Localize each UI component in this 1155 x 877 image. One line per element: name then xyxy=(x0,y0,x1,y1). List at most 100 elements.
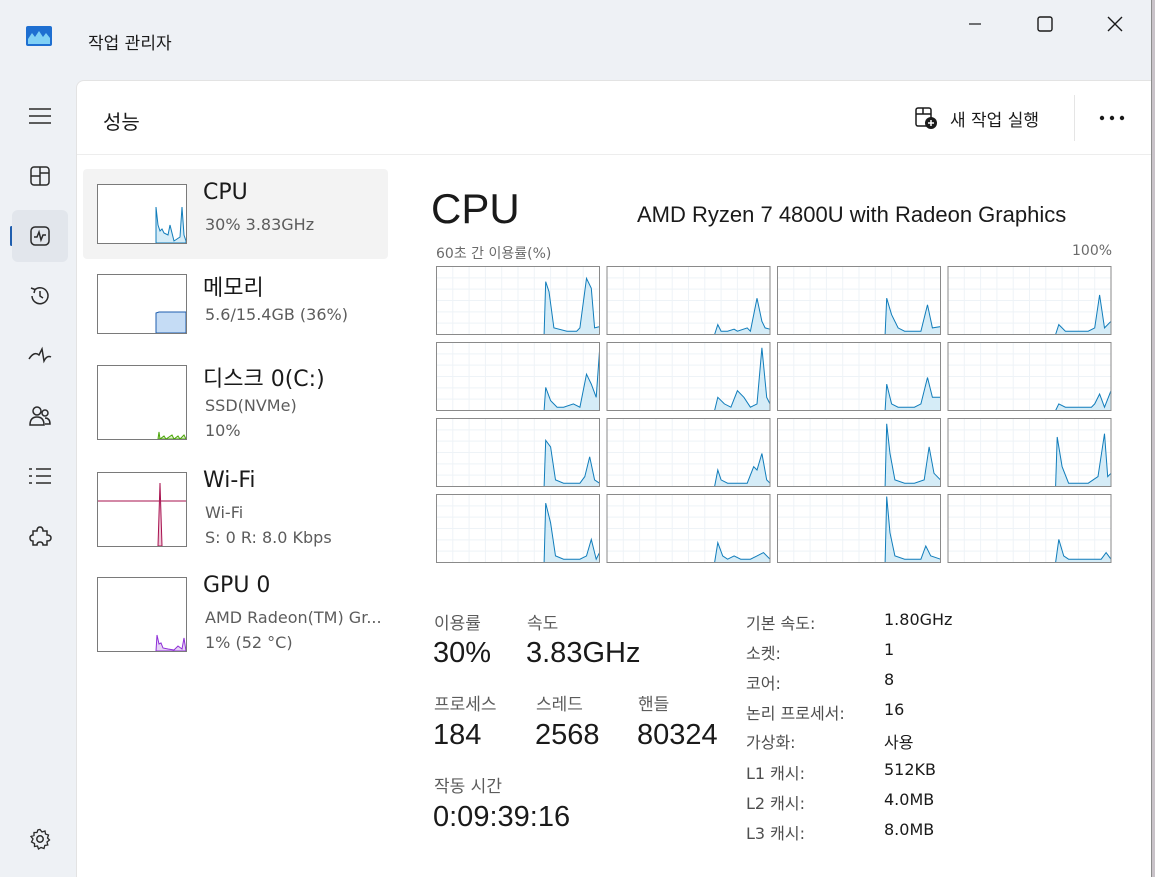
history-icon xyxy=(30,287,49,305)
spec-label: 논리 프로세서: xyxy=(746,704,845,723)
device-status: 1% (52 °C) xyxy=(205,633,293,652)
minimize-icon xyxy=(969,23,981,25)
spec-label: L1 캐시: xyxy=(746,764,806,783)
cpu-usage-trace xyxy=(543,276,600,335)
utilization-label: 이용률 xyxy=(434,614,481,634)
processes-label: 프로세스 xyxy=(434,695,497,715)
spec-value: 사용 xyxy=(884,733,914,752)
nav-users[interactable] xyxy=(12,390,68,442)
maximize-icon xyxy=(1037,16,1053,32)
device-name: GPU 0 xyxy=(203,573,271,598)
logical-processor-graph xyxy=(777,494,941,563)
cpu-usage-trace xyxy=(1054,390,1112,411)
logical-processor-graph xyxy=(436,266,600,335)
spec-label: 소켓: xyxy=(746,644,781,663)
nav-services[interactable] xyxy=(12,510,68,562)
graph-axis-label: 60초 간 이용률(%) xyxy=(436,246,552,262)
spec-label: 코어: xyxy=(746,674,781,693)
cpu-usage-trace xyxy=(543,351,600,411)
device-status: 5.6/15.4GB (36%) xyxy=(205,305,348,324)
logical-processor-graph xyxy=(436,342,600,411)
close-icon xyxy=(1107,16,1123,32)
nav-startup-apps[interactable] xyxy=(12,330,68,382)
device-status: 10% xyxy=(205,421,241,440)
uptime-value: 0:09:39:16 xyxy=(433,801,571,833)
gpu-thumbnail-graph xyxy=(97,577,187,652)
threads-label: 스레드 xyxy=(536,695,583,715)
device-status: 30% 3.83GHz xyxy=(205,215,315,234)
hamburger-icon xyxy=(29,108,51,124)
cpu-usage-trace xyxy=(714,540,771,563)
logical-processor-graph xyxy=(777,342,941,411)
cpu-usage-trace xyxy=(713,453,771,487)
logical-processor-graph xyxy=(436,494,600,563)
device-type: Wi-Fi xyxy=(205,503,244,522)
nav-performance[interactable] xyxy=(12,210,68,262)
cpu-usage-trace xyxy=(884,423,941,487)
nav-settings[interactable] xyxy=(12,813,68,865)
title-bar: 작업 관리자 xyxy=(0,0,1151,80)
processes-value: 184 xyxy=(433,719,482,751)
cpu-thumbnail-graph xyxy=(97,184,187,244)
device-item-gpu[interactable]: GPU 0 AMD Radeon(TM) Gr... 1% (52 °C) xyxy=(83,562,388,652)
processes-icon xyxy=(30,166,50,186)
content-panel: 성능 새 작업 실행 CPU 30% 3.83GHz 메모리 5.6/15.4G… xyxy=(76,80,1151,877)
logical-processor-graph xyxy=(606,266,771,335)
more-dots-icon xyxy=(1099,115,1125,121)
speed-value: 3.83GHz xyxy=(526,637,641,669)
logical-processor-graph xyxy=(606,342,771,411)
nav-details[interactable] xyxy=(12,450,68,502)
threads-value: 2568 xyxy=(535,719,600,751)
handles-value: 80324 xyxy=(637,719,718,751)
minimize-button[interactable] xyxy=(940,6,1010,42)
device-item-cpu[interactable]: CPU 30% 3.83GHz xyxy=(83,169,388,259)
cpu-usage-trace xyxy=(713,347,771,411)
spec-label: L3 캐시: xyxy=(746,824,806,843)
disk-thumbnail-graph xyxy=(97,365,187,440)
cpu-usage-trace xyxy=(713,298,771,335)
cpu-model-name: AMD Ryzen 7 4800U with Radeon Graphics xyxy=(637,202,1067,227)
run-new-task-button[interactable]: 새 작업 실행 xyxy=(914,101,1039,135)
task-manager-window: 작업 관리자 성능 새 작업 실행 CPU 30% 3.83GHz 메모리 5.… xyxy=(0,0,1152,877)
run-task-icon xyxy=(915,107,937,129)
device-type: SSD(NVMe) xyxy=(205,396,297,415)
device-status: S: 0 R: 8.0 Kbps xyxy=(205,528,332,547)
utilization-value: 30% xyxy=(433,637,492,669)
memory-thumbnail-graph xyxy=(97,274,187,334)
logical-processor-graph xyxy=(947,494,1112,563)
services-puzzle-icon xyxy=(29,526,52,546)
device-type: AMD Radeon(TM) Gr... xyxy=(205,608,382,627)
details-list-icon xyxy=(29,468,51,484)
hamburger-menu-button[interactable] xyxy=(12,90,68,142)
logical-processor-graph xyxy=(947,418,1112,487)
device-name: 메모리 xyxy=(203,276,264,301)
performance-icon xyxy=(30,226,50,246)
logical-processor-graph xyxy=(777,418,941,487)
cpu-usage-trace xyxy=(543,502,600,563)
nav-processes[interactable] xyxy=(12,150,68,202)
run-new-task-label: 새 작업 실행 xyxy=(950,110,1040,131)
device-item-memory[interactable]: 메모리 5.6/15.4GB (36%) xyxy=(83,259,388,349)
spec-value: 4.0MB xyxy=(884,790,935,809)
logical-processor-graph xyxy=(777,266,941,335)
device-item-wifi[interactable]: Wi-Fi Wi-Fi S: 0 R: 8.0 Kbps xyxy=(83,457,388,547)
nav-app-history[interactable] xyxy=(12,270,68,322)
device-name: 디스크 0(C:) xyxy=(203,367,325,392)
more-options-button[interactable] xyxy=(1095,103,1129,133)
handles-label: 핸들 xyxy=(638,695,670,715)
spec-label: 기본 속도: xyxy=(746,614,816,633)
device-item-disk[interactable]: 디스크 0(C:) SSD(NVMe) 10% xyxy=(83,350,388,440)
maximize-button[interactable] xyxy=(1010,6,1080,42)
cpu-usage-trace xyxy=(884,496,941,563)
startup-icon xyxy=(28,346,52,364)
uptime-label: 작동 시간 xyxy=(434,777,502,797)
spec-value: 16 xyxy=(884,700,905,719)
header-divider xyxy=(1074,95,1075,141)
graph-max-label: 100% xyxy=(1072,243,1113,259)
spec-value: 1 xyxy=(884,640,895,659)
wifi-thumbnail-graph xyxy=(97,472,187,547)
app-title: 작업 관리자 xyxy=(88,34,172,54)
close-button[interactable] xyxy=(1080,6,1150,42)
page-title: 성능 xyxy=(103,110,140,134)
task-manager-logo-icon xyxy=(26,26,52,46)
